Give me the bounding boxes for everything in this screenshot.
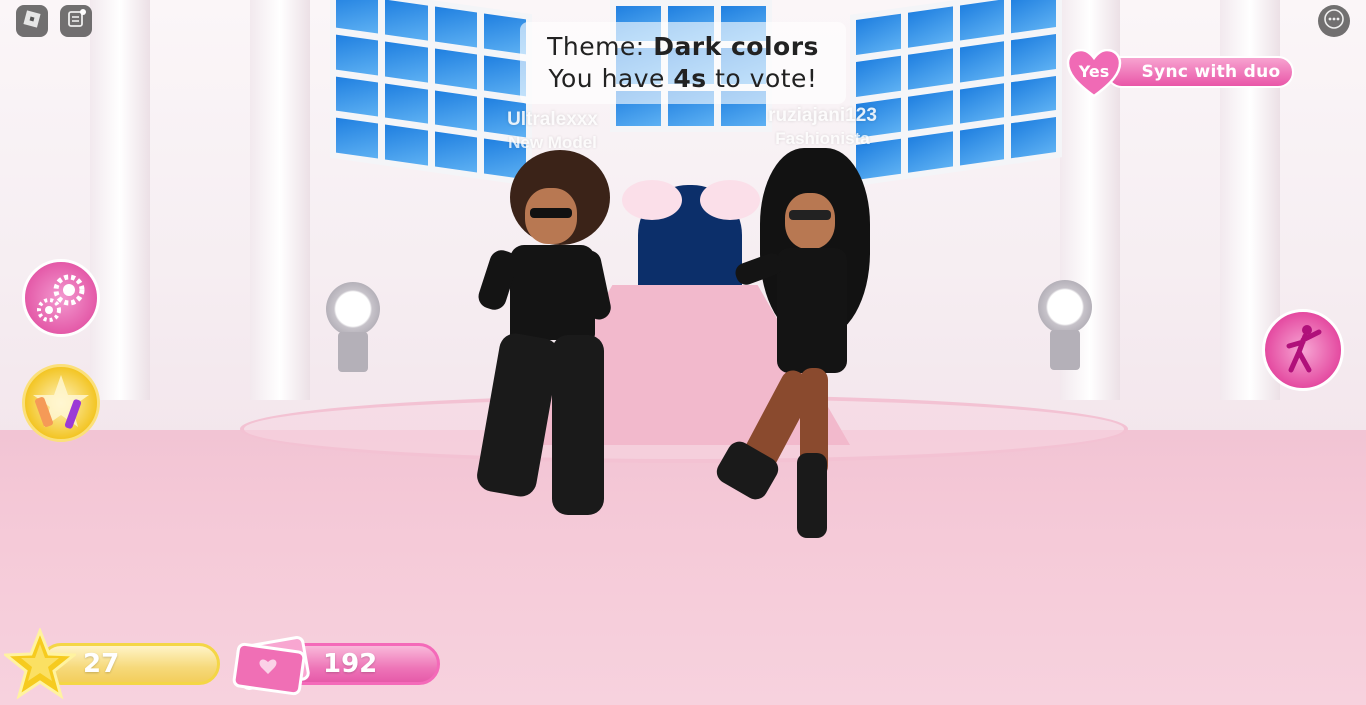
spotlight xyxy=(318,282,388,372)
spotlight xyxy=(1030,280,1100,370)
player-rank: Fashionista xyxy=(775,129,870,148)
makeup-icon xyxy=(33,375,89,429)
pose-icon xyxy=(1286,325,1322,373)
chat-button[interactable] xyxy=(60,5,92,37)
stars-value: 27 xyxy=(83,649,120,679)
money-value: 192 xyxy=(323,649,378,679)
pillar xyxy=(250,0,310,400)
settings-gears-icon xyxy=(37,274,85,322)
more-options-button[interactable] xyxy=(1318,5,1350,37)
curtain xyxy=(622,180,682,220)
pillar xyxy=(90,0,150,400)
avatar-ruziajani123[interactable] xyxy=(712,148,875,543)
vote-banner: Theme: Dark colors You have 4s to vote! xyxy=(520,22,846,104)
more-options-icon xyxy=(1323,8,1345,34)
pose-button[interactable] xyxy=(1262,309,1344,391)
star-icon xyxy=(1,626,79,700)
timer-value: 4s xyxy=(673,64,707,93)
money-icon xyxy=(230,628,316,700)
yes-label: Yes xyxy=(1078,62,1110,81)
theme-line: Theme: Dark colors xyxy=(547,32,819,61)
settings-button[interactable] xyxy=(22,259,100,337)
sync-with-duo-control[interactable]: Sync with duo Yes xyxy=(1066,48,1298,99)
chat-icon xyxy=(66,9,86,33)
window-right xyxy=(850,0,1062,187)
sync-with-duo-button[interactable]: Sync with duo xyxy=(1106,56,1294,88)
makeup-button[interactable] xyxy=(22,364,100,442)
player-rank: New Model xyxy=(508,133,597,152)
yes-heart-button[interactable]: Yes xyxy=(1066,48,1122,99)
theme-value: Dark colors xyxy=(653,32,819,61)
timer-line: You have 4s to vote! xyxy=(548,64,818,93)
avatar-ultralexxx[interactable] xyxy=(474,150,620,540)
player-nametag: Ultralexxx New Model xyxy=(470,108,635,154)
player-name: Ultralexxx xyxy=(507,109,598,130)
roblox-logo-icon xyxy=(23,10,41,32)
player-nametag: ruziajani123 Fashionista xyxy=(740,104,905,150)
game-scene xyxy=(0,0,1366,705)
roblox-menu-button[interactable] xyxy=(16,5,48,37)
player-name: ruziajani123 xyxy=(768,105,877,126)
